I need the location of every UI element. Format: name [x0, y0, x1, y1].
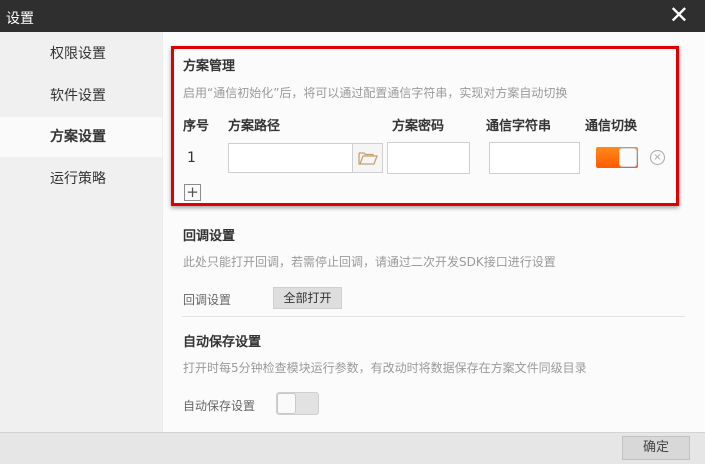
autosave-label: 自动保存设置 — [183, 399, 256, 413]
column-header-index: 序号 — [183, 119, 210, 134]
sidebar-item-label: 软件设置 — [50, 88, 106, 104]
sidebar-item-software[interactable]: 软件设置 — [0, 76, 162, 116]
scheme-key-input[interactable] — [387, 142, 470, 174]
column-header-key: 方案密码 — [392, 119, 445, 134]
delete-row-icon[interactable]: × — [650, 150, 665, 165]
title-bar: 设置 ✕ — [0, 0, 705, 32]
section-divider — [182, 316, 685, 317]
autosave-description: 打开时每5分钟检查模块运行参数，有改动时将数据保存在方案文件同级目录 — [183, 361, 587, 375]
sidebar-item-run-strategy[interactable]: 运行策略 — [0, 159, 162, 199]
ok-button[interactable]: 确定 — [622, 436, 690, 460]
toggle-knob — [619, 148, 637, 167]
sidebar-item-label: 方案设置 — [50, 129, 106, 145]
comm-string-input[interactable] — [489, 142, 580, 174]
autosave-section-title: 自动保存设置 — [183, 335, 262, 350]
scheme-section-title: 方案管理 — [183, 59, 236, 74]
toggle-knob — [277, 393, 296, 414]
close-icon[interactable]: ✕ — [669, 2, 689, 28]
sidebar-item-permission[interactable]: 权限设置 — [0, 34, 162, 74]
row-index: 1 — [187, 150, 196, 166]
open-all-callbacks-button[interactable]: 全部打开 — [273, 287, 342, 309]
add-row-icon[interactable]: + — [184, 184, 201, 201]
footer-bar — [0, 432, 705, 464]
folder-open-icon[interactable] — [353, 143, 383, 173]
callback-section-title: 回调设置 — [183, 229, 236, 244]
window-title: 设置 — [6, 11, 34, 27]
column-header-path: 方案路径 — [228, 119, 281, 134]
autosave-toggle[interactable] — [276, 392, 319, 415]
comm-switch-toggle[interactable] — [596, 147, 638, 168]
callback-description: 此处只能打开回调，若需停止回调，请通过二次开发SDK接口进行设置 — [183, 255, 556, 269]
column-header-switch: 通信切换 — [585, 119, 638, 134]
sidebar-item-label: 运行策略 — [50, 171, 106, 187]
sidebar-item-scheme[interactable]: 方案设置 — [0, 117, 162, 157]
scheme-description: 启用“通信初始化”后，将可以通过配置通信字符串，实现对方案自动切换 — [183, 86, 568, 100]
sidebar-item-label: 权限设置 — [50, 46, 106, 62]
callback-label: 回调设置 — [183, 293, 232, 307]
sidebar: 权限设置 软件设置 方案设置 运行策略 — [0, 32, 162, 432]
column-header-comm-string: 通信字符串 — [486, 119, 552, 134]
scheme-path-input[interactable] — [228, 143, 353, 173]
